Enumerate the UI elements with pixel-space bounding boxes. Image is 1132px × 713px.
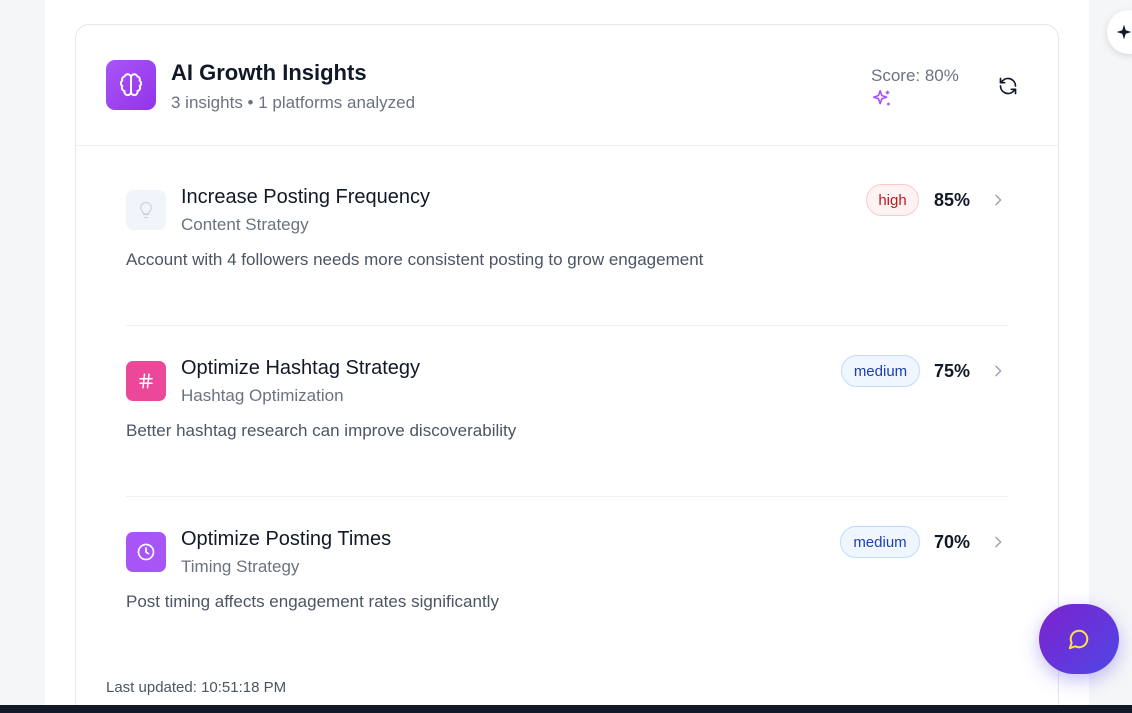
chevron-right-icon[interactable] (990, 192, 1006, 208)
card-header: AI Growth Insights 3 insights • 1 platfo… (76, 25, 1058, 146)
brain-icon (106, 60, 156, 110)
priority-badge: medium (841, 355, 920, 387)
refresh-button[interactable] (996, 74, 1020, 98)
page-subtitle: 3 insights • 1 platforms analyzed (171, 93, 416, 112)
insight-item[interactable]: Optimize Hashtag Strategy Hashtag Optimi… (126, 347, 1008, 497)
priority-badge: medium (840, 526, 920, 558)
sparkles-icon (871, 88, 893, 110)
chat-button[interactable] (1039, 604, 1119, 674)
page-title: AI Growth Insights (171, 60, 367, 85)
confidence-value: 70% (934, 532, 971, 552)
ai-assistant-button[interactable] (1107, 10, 1132, 54)
hashtag-icon (126, 361, 166, 401)
insight-title: Optimize Hashtag Strategy (181, 357, 420, 379)
clock-icon (126, 532, 166, 572)
refresh-icon (999, 77, 1017, 95)
insight-title: Optimize Posting Times (181, 528, 392, 550)
insight-item[interactable]: Increase Posting Frequency Content Strat… (126, 176, 1008, 326)
confidence-value: 75% (934, 361, 971, 381)
insight-description: Better hashtag research can improve disc… (126, 421, 517, 440)
priority-badge: high (866, 184, 919, 216)
score-label: Score: 80% (871, 66, 959, 85)
bottom-bar (0, 705, 1132, 713)
lightbulb-icon (126, 190, 166, 230)
last-updated-label: Last updated: 10:51:18 PM (106, 679, 287, 696)
sparkle-star-icon (1116, 24, 1132, 40)
chevron-right-icon[interactable] (990, 363, 1006, 379)
insight-category: Timing Strategy (181, 557, 300, 576)
insight-category: Content Strategy (181, 215, 309, 234)
insight-description: Post timing affects engagement rates sig… (126, 592, 499, 611)
insight-description: Account with 4 followers needs more cons… (126, 250, 704, 269)
insight-item[interactable]: Optimize Posting Times Timing Strategy P… (126, 518, 1008, 668)
chat-bubble-icon (1068, 629, 1089, 650)
insight-title: Increase Posting Frequency (181, 186, 431, 208)
insight-category: Hashtag Optimization (181, 386, 344, 405)
insights-card: AI Growth Insights 3 insights • 1 platfo… (75, 24, 1059, 713)
chevron-right-icon[interactable] (990, 534, 1006, 550)
confidence-value: 85% (934, 190, 971, 210)
